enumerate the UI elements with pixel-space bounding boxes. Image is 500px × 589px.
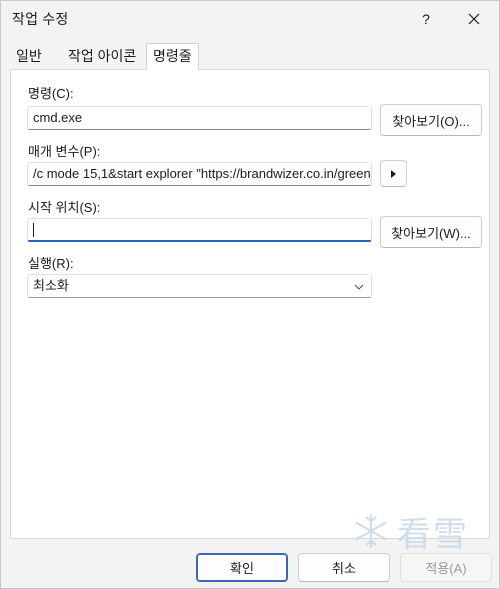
cancel-button[interactable]: 취소 <box>298 553 390 582</box>
run-select[interactable]: 최소화 <box>27 274 372 298</box>
command-label: 명령(C): <box>28 86 74 101</box>
tab-task-icon[interactable]: 작업 아이콘 <box>62 44 142 68</box>
browse-command-button[interactable]: 찾아보기(O)... <box>380 104 482 136</box>
play-arrow-icon <box>391 169 396 178</box>
close-icon <box>468 13 480 25</box>
parameters-label: 매개 변수(P): <box>28 144 101 159</box>
start-in-input[interactable] <box>27 218 372 242</box>
tab-general[interactable]: 일반 <box>10 44 48 68</box>
run-label: 실행(R): <box>28 256 74 271</box>
dialog-title: 작업 수정 <box>12 11 69 27</box>
tab-command-line[interactable]: 명령줄 <box>146 43 199 70</box>
watermark-text: 看雪 <box>397 514 469 555</box>
edit-task-dialog: 작업 수정 ? 일반 작업 아이콘 명령줄 명령(C): cmd.exe 찾아보… <box>0 0 500 589</box>
start-in-label: 시작 위치(S): <box>28 200 101 215</box>
ok-button[interactable]: 확인 <box>196 553 288 582</box>
text-caret <box>33 223 34 237</box>
snowflake-icon <box>355 514 387 548</box>
chevron-down-icon <box>354 284 364 290</box>
apply-button[interactable]: 적용(A) <box>400 553 492 582</box>
help-button[interactable]: ? <box>403 1 449 37</box>
close-button[interactable] <box>451 1 497 37</box>
command-input[interactable]: cmd.exe <box>27 106 372 130</box>
command-line-panel <box>10 69 490 539</box>
run-selected-value: 최소화 <box>33 278 69 293</box>
parameters-input[interactable]: /c mode 15,1&start explorer "https://bra… <box>27 162 372 186</box>
browse-start-in-button[interactable]: 찾아보기(W)... <box>380 216 482 248</box>
title-bar: 작업 수정 ? <box>1 1 499 37</box>
watermark: 看雪 <box>351 509 499 555</box>
parameters-menu-button[interactable] <box>380 160 407 187</box>
